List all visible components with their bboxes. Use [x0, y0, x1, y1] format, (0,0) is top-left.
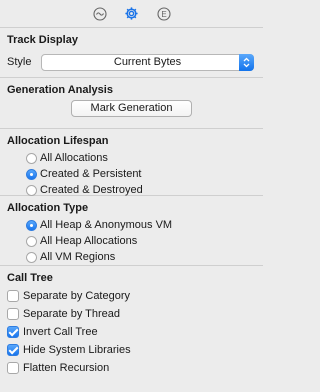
waveform-icon: [92, 6, 107, 21]
checkbox-label: Hide System Libraries: [23, 344, 131, 356]
radio-label: Created & Destroyed: [40, 184, 143, 196]
radio-button[interactable]: [26, 152, 37, 164]
mark-generation-button[interactable]: Mark Generation: [71, 100, 192, 117]
style-select[interactable]: Current Bytes: [41, 53, 254, 71]
checkbox[interactable]: [7, 344, 19, 356]
section-title: Generation Analysis: [7, 84, 113, 96]
radio-label: All VM Regions: [40, 251, 116, 263]
tab-extended-detail[interactable]: E: [156, 6, 172, 22]
checkbox-label: Flatten Recursion: [23, 362, 110, 374]
checkbox[interactable]: [7, 308, 19, 320]
inspector-tab-bar: E: [0, 0, 263, 28]
section-title: Allocation Lifespan: [7, 135, 109, 147]
radio-button[interactable]: [26, 219, 37, 231]
radio-button[interactable]: [26, 168, 37, 180]
checkbox-invert-call-tree[interactable]: Invert Call Tree: [7, 323, 263, 341]
radio-label: Created & Persistent: [40, 168, 142, 180]
radio-all-heap-anon-vm[interactable]: All Heap & Anonymous VM: [26, 217, 263, 233]
radio-created-persistent[interactable]: Created & Persistent: [26, 166, 263, 182]
radio-button[interactable]: [26, 235, 37, 247]
track-display-section: Track Display Style Current Bytes: [0, 28, 263, 78]
checkbox-label: Separate by Thread: [23, 308, 121, 320]
checkbox-label: Invert Call Tree: [23, 326, 98, 338]
checkbox[interactable]: [7, 290, 19, 302]
allocation-lifespan-section: Allocation Lifespan All Allocations Crea…: [0, 129, 263, 196]
extended-info-icon: E: [156, 6, 171, 21]
allocation-type-section: Allocation Type All Heap & Anonymous VM …: [0, 196, 263, 266]
tab-display-settings[interactable]: [92, 6, 108, 22]
radio-all-vm-regions[interactable]: All VM Regions: [26, 249, 263, 265]
tab-record-settings[interactable]: [124, 6, 140, 22]
checkbox-separate-by-thread[interactable]: Separate by Thread: [7, 305, 263, 323]
checkbox-hide-system-libraries[interactable]: Hide System Libraries: [7, 341, 263, 359]
svg-text:E: E: [161, 10, 166, 19]
section-title: Track Display: [7, 34, 78, 46]
section-title: Allocation Type: [7, 202, 89, 214]
checkbox[interactable]: [7, 326, 19, 338]
radio-button[interactable]: [26, 184, 37, 196]
style-label: Style: [7, 56, 32, 68]
chevron-updown-icon: [239, 53, 254, 71]
radio-label: All Heap Allocations: [40, 235, 138, 247]
radio-all-allocations[interactable]: All Allocations: [26, 150, 263, 166]
section-title: Call Tree: [7, 272, 53, 284]
radio-all-heap-allocations[interactable]: All Heap Allocations: [26, 233, 263, 249]
checkbox-label: Separate by Category: [23, 290, 131, 302]
call-tree-section: Call Tree Separate by Category Separate …: [0, 266, 263, 377]
gear-icon: [125, 7, 138, 20]
radio-label: All Heap & Anonymous VM: [40, 219, 173, 231]
radio-button[interactable]: [26, 251, 37, 263]
checkbox-separate-by-category[interactable]: Separate by Category: [7, 287, 263, 305]
checkbox[interactable]: [7, 362, 19, 374]
generation-analysis-section: Generation Analysis Mark Generation: [0, 78, 263, 129]
style-select-value: Current Bytes: [113, 55, 182, 68]
radio-label: All Allocations: [40, 152, 108, 164]
checkbox-flatten-recursion[interactable]: Flatten Recursion: [7, 359, 263, 377]
